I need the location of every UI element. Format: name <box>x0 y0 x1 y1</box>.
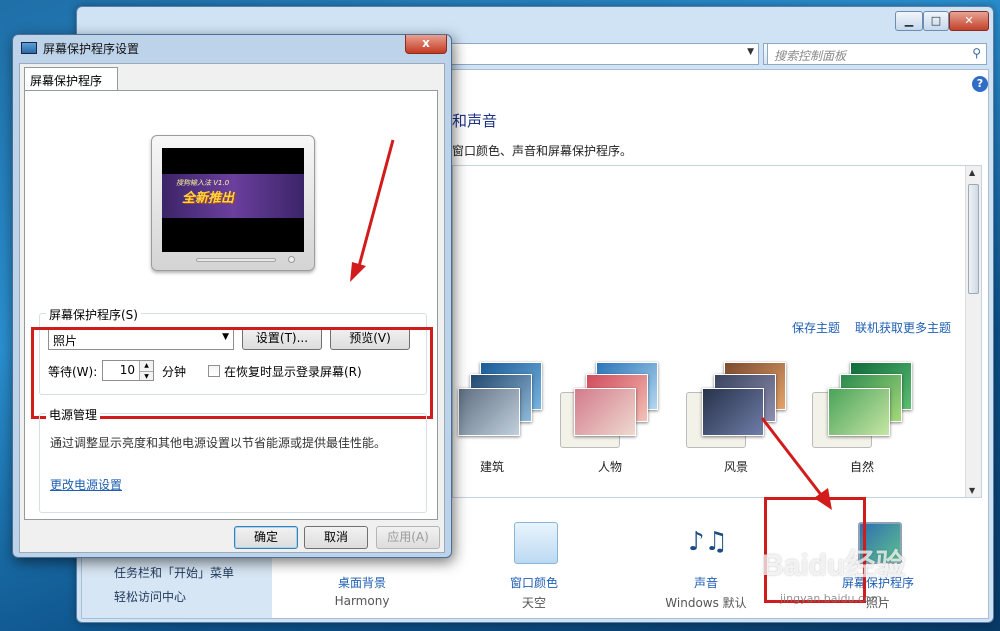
cancel-button[interactable]: 取消 <box>304 526 368 549</box>
preview-screen: 搜狗输入法 V1.0 全新推出 <box>162 148 304 252</box>
watermark-url: jingyan.baidu.com <box>780 592 882 605</box>
theme-architecture[interactable]: 建筑 <box>442 362 542 474</box>
scrollbar[interactable]: ▲ ▼ <box>965 166 981 497</box>
dialog-title: 屏幕保护程序设置 <box>43 42 140 56</box>
nav-accessibility-link[interactable]: 轻松访问中心 <box>114 588 186 605</box>
theme-thumb <box>574 388 636 436</box>
item-value: Windows 默认 <box>665 596 747 610</box>
sounds-item[interactable]: ♪♫ 声音 Windows 默认 <box>646 518 766 618</box>
theme-label: 人物 <box>597 460 622 474</box>
change-power-settings-link[interactable]: 更改电源设置 <box>50 476 122 493</box>
theme-nature[interactable]: 自然 <box>812 362 912 474</box>
theme-thumb <box>458 388 520 436</box>
theme-thumb <box>702 388 764 436</box>
window-color-icon <box>514 522 558 564</box>
scroll-thumb[interactable] <box>968 184 979 294</box>
group-label: 电源管理 <box>46 406 101 423</box>
apply-button[interactable]: 应用(A) <box>376 526 440 549</box>
ok-button[interactable]: 确定 <box>234 526 298 549</box>
item-title: 声音 <box>693 576 718 590</box>
power-led-icon <box>288 256 295 263</box>
theme-label: 建筑 <box>479 460 504 474</box>
search-input[interactable]: 搜索控制面板 ⚲ <box>767 43 987 65</box>
search-icon[interactable]: ⚲ <box>972 46 981 60</box>
more-themes-link[interactable]: 联机获取更多主题 <box>855 319 951 336</box>
close-button[interactable]: x <box>405 35 447 54</box>
item-value: Harmony <box>334 594 390 608</box>
scroll-up-icon[interactable]: ▲ <box>969 168 975 177</box>
theme-label: 风景 <box>723 460 748 474</box>
close-button[interactable]: ✕ <box>949 11 989 31</box>
theme-label: 自然 <box>849 460 874 474</box>
minimize-button[interactable]: ▁ <box>895 11 923 31</box>
sound-icon: ♪♫ <box>688 527 728 557</box>
screensaver-settings-dialog: 屏幕保护程序设置 x 屏幕保护程序 搜狗输入法 V1.0 全新推出 屏幕保护程序… <box>12 34 452 558</box>
nav-taskbar-link[interactable]: 任务栏和「开始」菜单 <box>114 564 234 581</box>
monitor-icon <box>21 42 37 54</box>
theme-landscape[interactable]: 风景 <box>686 362 786 474</box>
tab-screensaver[interactable]: 屏幕保护程序 <box>24 67 118 91</box>
help-icon[interactable]: ? <box>972 76 988 92</box>
item-title: 桌面背景 <box>337 576 386 590</box>
search-placeholder: 搜索控制面板 <box>774 49 847 63</box>
monitor-preview: 搜狗输入法 V1.0 全新推出 <box>151 135 315 271</box>
page-description: 窗口颜色、声音和屏幕保护程序。 <box>452 144 633 158</box>
item-value: 天空 <box>521 596 546 610</box>
window-color-item[interactable]: 窗口颜色 天空 <box>474 518 594 618</box>
address-bar[interactable]: ▼ <box>447 43 759 65</box>
theme-thumb <box>828 388 890 436</box>
preview-image: 搜狗输入法 V1.0 全新推出 <box>162 174 304 218</box>
dialog-body: 屏幕保护程序 搜狗输入法 V1.0 全新推出 屏幕保护程序(S) 照片 ▼ 设置… <box>19 63 445 553</box>
power-description: 通过调整显示亮度和其他电源设置以节省能源或提供最佳性能。 <box>50 436 387 450</box>
watermark-text: Baidu经验 <box>762 549 906 582</box>
watermark-logo: Baidu经验 <box>762 540 905 584</box>
preview-text: 全新推出 <box>182 191 235 206</box>
theme-people[interactable]: 人物 <box>560 362 660 474</box>
tab-panel: 搜狗输入法 V1.0 全新推出 屏幕保护程序(S) 照片 ▼ 设置(T)... … <box>24 90 438 520</box>
power-group: 电源管理 通过调整显示亮度和其他电源设置以节省能源或提供最佳性能。 更改电源设置 <box>39 406 427 513</box>
page-title: 和声音 <box>452 112 498 130</box>
item-title: 窗口颜色 <box>509 576 558 590</box>
scroll-down-icon[interactable]: ▼ <box>969 486 975 495</box>
chevron-down-icon[interactable]: ▼ <box>747 47 754 57</box>
group-label: 屏幕保护程序(S) <box>46 306 141 323</box>
monitor-slot <box>196 258 276 262</box>
save-theme-link[interactable]: 保存主题 <box>792 319 840 336</box>
maximize-button[interactable]: □ <box>923 11 949 31</box>
title-bar: ▁ □ ✕ <box>77 7 993 37</box>
